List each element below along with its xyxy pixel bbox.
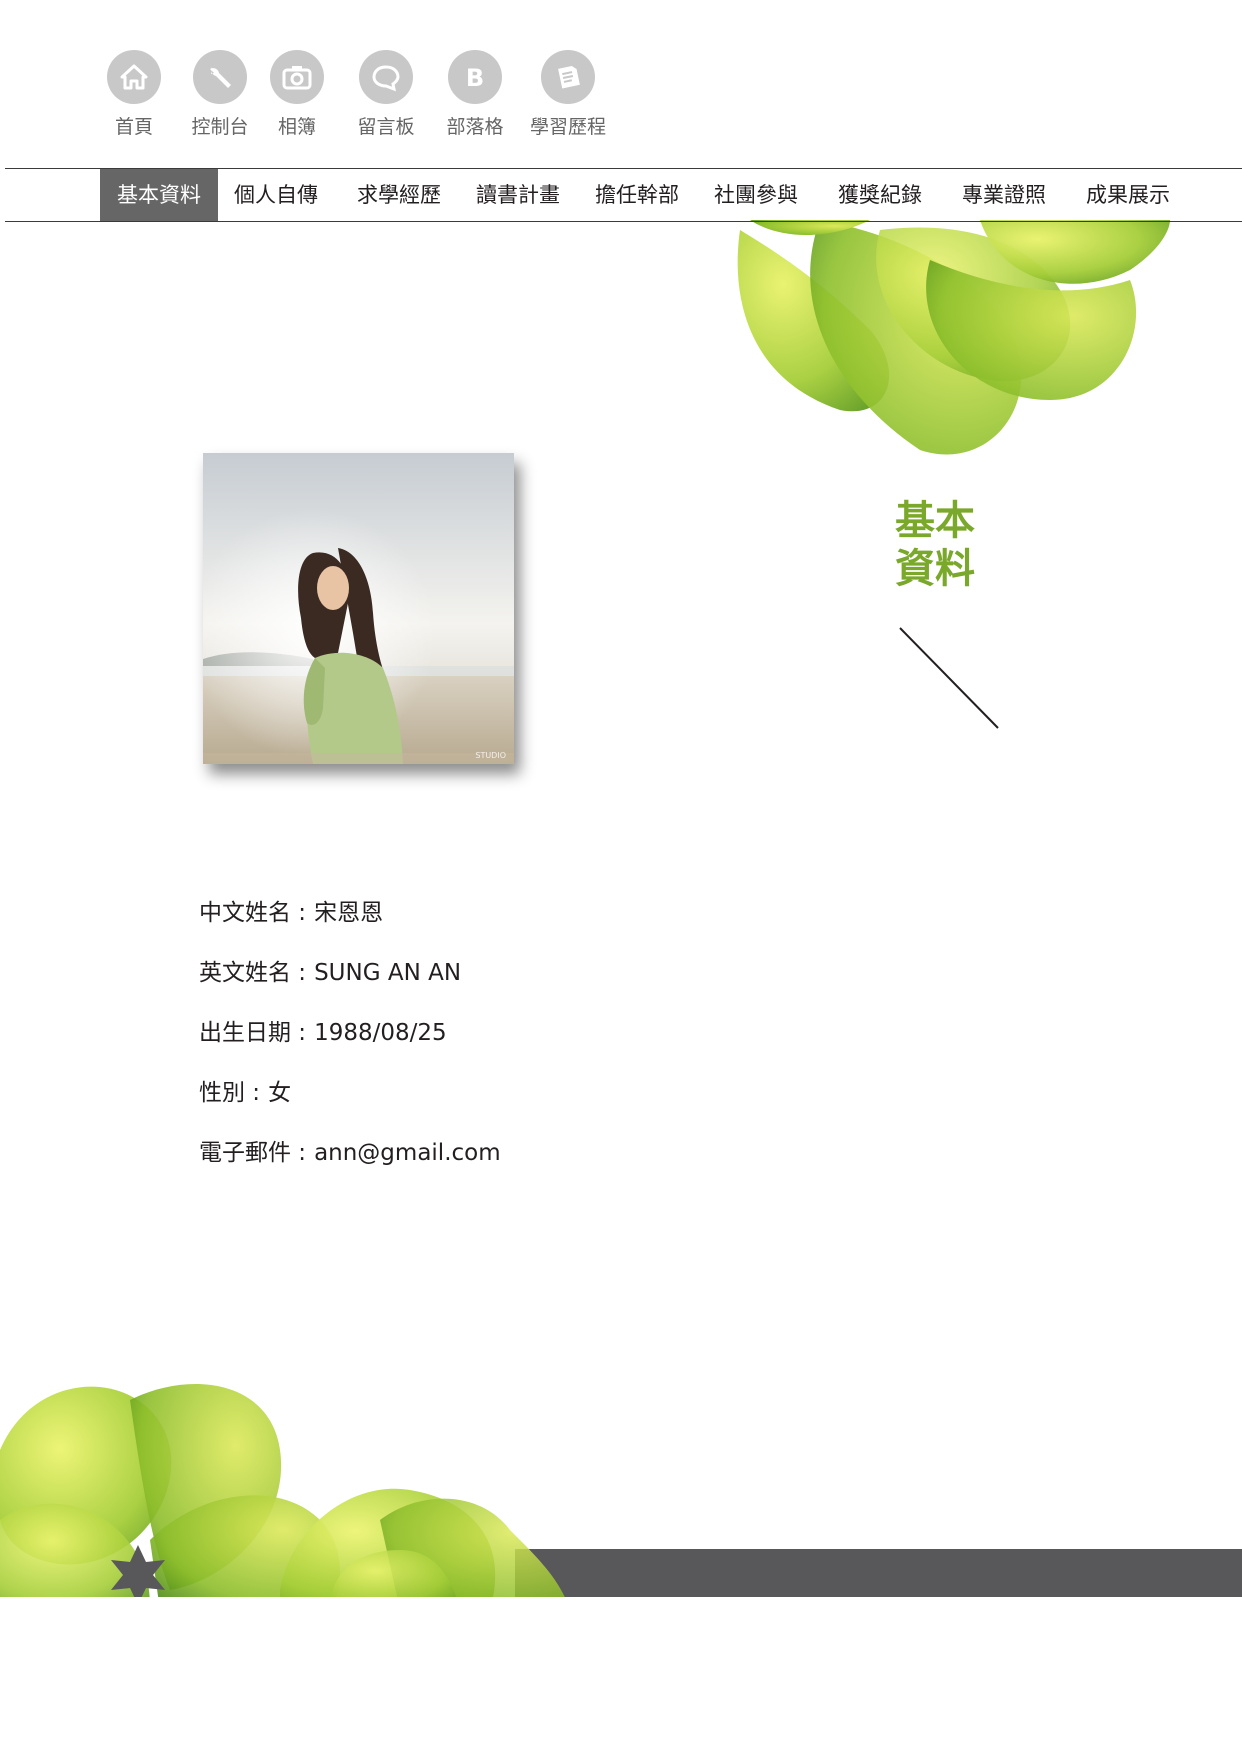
info-value: 宋恩恩 [314, 900, 384, 926]
nav-learning-portfolio-label: 學習歷程 [529, 116, 606, 138]
info-label: 中文姓名 : [199, 900, 307, 926]
nav-home[interactable]: 首頁 [89, 50, 179, 139]
info-row-email: 電子郵件 : ann@gmail.com [199, 1133, 501, 1193]
info-row-gender: 性別 : 女 [199, 1073, 501, 1133]
nav-message-board[interactable]: 留言板 [341, 50, 431, 139]
nav-album-label: 相簿 [277, 116, 316, 138]
info-label: 英文姓名 : [199, 960, 307, 986]
profile-info-list: 中文姓名 : 宋恩恩 英文姓名 : SUNG AN AN 出生日期 : 1988/0… [199, 893, 501, 1193]
section-title-line2: 資料 [895, 546, 975, 592]
tab-leadership[interactable]: 擔任幹部 [595, 169, 679, 221]
tab-certificates[interactable]: 專業證照 [962, 169, 1046, 221]
section-tabbar: 基本資料 個人自傳 求學經歷 讀書計畫 擔任幹部 社團參與 獲獎紀錄 專業證照 … [5, 168, 1242, 222]
svg-text:B: B [466, 64, 484, 92]
tab-awards[interactable]: 獲獎紀錄 [838, 169, 922, 221]
tab-achievements[interactable]: 成果展示 [1086, 169, 1170, 221]
photo-watermark: STUDIO [475, 751, 506, 760]
nav-learning-portfolio[interactable]: 學習歷程 [523, 50, 613, 139]
diagonal-divider [899, 627, 999, 729]
info-row-chinese-name: 中文姓名 : 宋恩恩 [199, 893, 501, 953]
section-title-line1: 基本 [895, 498, 975, 544]
tab-autobiography[interactable]: 個人自傳 [234, 169, 318, 221]
tab-study-plan[interactable]: 讀書計畫 [476, 169, 560, 221]
blog-b-icon: B [448, 50, 502, 104]
profile-photo: STUDIO [203, 453, 514, 764]
tab-basic-info[interactable]: 基本資料 [100, 169, 218, 221]
section-title: 基本 資料 [895, 497, 995, 593]
nav-message-board-label: 留言板 [357, 116, 415, 138]
speech-bubble-icon [359, 50, 413, 104]
camera-icon [270, 50, 324, 104]
decorative-leaves-top [737, 220, 1170, 455]
info-row-english-name: 英文姓名 : SUNG AN AN [199, 953, 501, 1013]
nav-album[interactable]: 相簿 [252, 50, 342, 139]
home-icon [107, 50, 161, 104]
nav-blog[interactable]: B 部落格 [430, 50, 520, 139]
wrench-icon [193, 50, 247, 104]
info-value: 女 [268, 1080, 292, 1106]
info-label: 電子郵件 : [199, 1140, 307, 1166]
tab-clubs[interactable]: 社團參與 [714, 169, 798, 221]
info-row-birth-date: 出生日期 : 1988/08/25 [199, 1013, 501, 1073]
info-value: SUNG AN AN [314, 960, 462, 986]
nav-blog-label: 部落格 [446, 116, 504, 138]
info-label: 出生日期 : [199, 1020, 307, 1046]
decorative-leaves-bottom [0, 1384, 565, 1597]
info-label: 性別 : [199, 1080, 261, 1106]
nav-home-label: 首頁 [114, 116, 153, 138]
document-icon [541, 50, 595, 104]
tab-education[interactable]: 求學經歷 [357, 169, 441, 221]
footer-bar [515, 1549, 1242, 1597]
icon-nav: 首頁 控制台 相簿 留言板 B 部落格 學習歷程 [94, 50, 654, 150]
info-value[interactable]: ann@gmail.com [314, 1140, 501, 1166]
info-value: 1988/08/25 [314, 1020, 447, 1046]
